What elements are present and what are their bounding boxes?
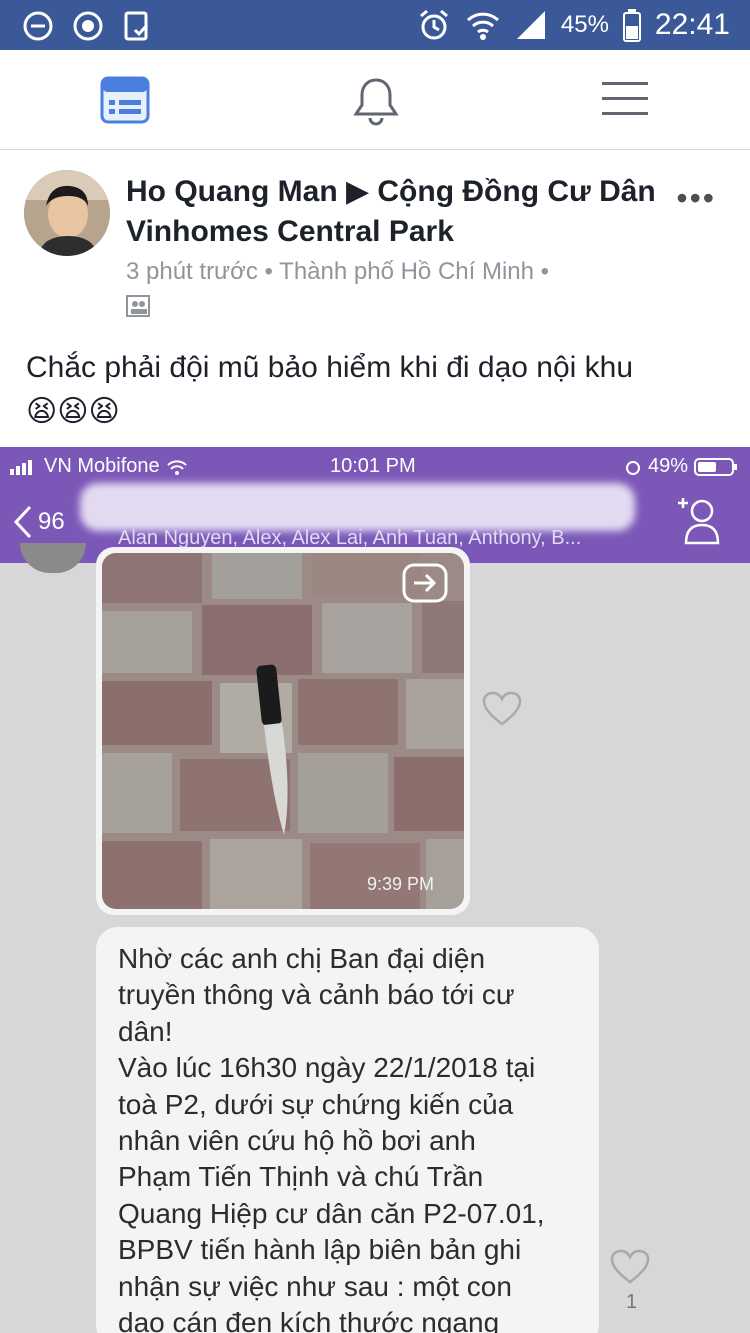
- screenshot-time: 10:01 PM: [330, 455, 416, 477]
- heart-icon[interactable]: [482, 691, 522, 727]
- message-line: truyền thông và cảnh báo tới cư: [118, 979, 515, 1011]
- profile-photo: [24, 170, 110, 256]
- message-line: toà P2, dưới sự chứng kiến của: [118, 1088, 514, 1120]
- message-line: Quang Hiệp cư dân căn P2-07.01,: [118, 1197, 545, 1229]
- chat-header: VN Mobifone 10:01 PM 49% 96 Alan Nguyen,…: [0, 447, 750, 563]
- battery-icon: [694, 457, 737, 476]
- battery-percent: 45%: [560, 11, 609, 38]
- post-caption: Chắc phải đội mũ bảo hiểm khi đi dạo nội…: [26, 351, 634, 384]
- screenshot-battery: 49%: [624, 455, 738, 478]
- message-line: nhận sự việc như sau : một con: [118, 1270, 512, 1302]
- post-emoji: 😫😫😫: [26, 395, 120, 428]
- knife-photo[interactable]: 9:39 PM: [102, 553, 464, 909]
- message-line: dao cán đen kích thước ngang: [118, 1307, 500, 1333]
- sender-avatar: [20, 543, 86, 573]
- chevron-left-icon: [13, 505, 32, 539]
- battery-icon: [622, 9, 641, 42]
- post-text: Chắc phải đội mũ bảo hiểm khi đi dạo nội…: [26, 346, 726, 434]
- back-button[interactable]: 96: [12, 505, 65, 539]
- photo-message[interactable]: 9:39 PM: [96, 547, 470, 915]
- message-line: Vào lúc 16h30 ngày 22/1/2018 tại: [118, 1052, 536, 1084]
- photo-timestamp: 9:39 PM: [366, 874, 434, 894]
- screenshot-icon: [124, 11, 149, 41]
- message-line: BPBV tiến hành lập biên bản ghi: [118, 1234, 522, 1266]
- alarm-icon: [625, 460, 640, 475]
- heart-icon[interactable]: [610, 1249, 650, 1285]
- more-options-button[interactable]: •••: [676, 180, 716, 217]
- text-message[interactable]: Nhờ các anh chị Ban đại diện truyền thôn…: [96, 927, 599, 1333]
- post-image[interactable]: VN Mobifone 10:01 PM 49% 96 Alan Nguyen,…: [0, 447, 750, 1333]
- wifi-icon: [166, 459, 187, 475]
- menu-icon[interactable]: [602, 76, 648, 120]
- post-meta: 3 phút trước • Thành phố Hồ Chí Minh •: [126, 258, 549, 325]
- privacy-group-icon: [126, 295, 150, 317]
- paving-photo: [102, 553, 464, 909]
- message-line: Phạm Tiến Thịnh và chú Trần: [118, 1161, 484, 1193]
- post-timestamp-location: 3 phút trước • Thành phố Hồ Chí Minh •: [126, 258, 550, 285]
- avatar[interactable]: [24, 170, 110, 256]
- add-member-icon[interactable]: [676, 495, 720, 547]
- signal-icon: [10, 459, 32, 475]
- dnd-icon: [23, 11, 53, 41]
- signal-icon: [516, 11, 545, 39]
- message-line: nhân viên cứu hộ hồ bơi anh: [118, 1125, 476, 1157]
- wifi-icon: [466, 12, 499, 40]
- redacted-chat-title: [80, 483, 635, 531]
- status-bar: 45% 22:41: [0, 0, 750, 50]
- top-nav-bar: [0, 50, 750, 150]
- notifications-bell-icon[interactable]: [352, 76, 400, 126]
- battery-percent: 49%: [647, 455, 688, 477]
- like-count: 1: [626, 1291, 638, 1313]
- screenshot-status-carrier: VN Mobifone: [10, 455, 188, 478]
- message-line: dân!: [118, 1015, 173, 1047]
- power-save-icon: [73, 11, 103, 41]
- alarm-icon: [419, 9, 448, 40]
- news-feed-icon[interactable]: [100, 76, 150, 124]
- forward-icon[interactable]: [402, 563, 448, 603]
- post-author[interactable]: Ho Quang Man ▶ Cộng Đồng Cư Dân Vinhomes…: [126, 172, 666, 252]
- back-count: 96: [38, 508, 65, 535]
- clock: 22:41: [654, 8, 730, 41]
- carrier-name: VN Mobifone: [44, 455, 160, 477]
- message-line: Nhờ các anh chị Ban đại diện: [118, 943, 486, 974]
